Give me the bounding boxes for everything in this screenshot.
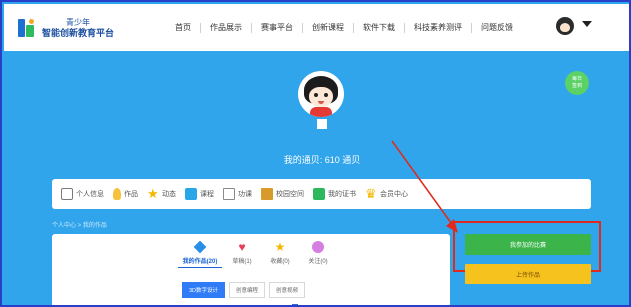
stat-label: 收藏(0)	[270, 259, 290, 265]
page-frame: 青少年 智能创新教育平台 首页 作品展示 赛事平台 创新课程 软件下载 科技素养…	[0, 0, 631, 307]
tab-campus-space[interactable]: 校园空间	[261, 188, 304, 200]
profile-avatar	[298, 71, 344, 117]
logo-line1: 青少年	[66, 17, 90, 27]
certificate-icon	[313, 188, 325, 200]
nav-software-download[interactable]: 软件下载	[354, 22, 405, 33]
tab-works[interactable]: 作品	[113, 188, 138, 200]
stat-following[interactable]: 关注(0)	[300, 241, 336, 268]
tab-activity[interactable]: ★ 动态	[147, 186, 176, 201]
coins-balance: 我的通贝: 610 通贝	[283, 155, 361, 165]
breadcrumb: 个人中心 > 我的作品	[52, 223, 107, 229]
tab-label: 课程	[200, 191, 214, 198]
tab-member-center[interactable]: ♛ 会员中心	[365, 186, 408, 201]
stat-label: 草稿(1)	[232, 259, 252, 265]
tab-label: 作品	[124, 191, 138, 198]
main-nav: 首页 作品展示 赛事平台 创新课程 软件下载 科技素养测评 问题反馈	[166, 4, 522, 51]
profile-tabbar: 个人信息 作品 ★ 动态 课程 功课 校园空间 我的证书 ♛ 会员中心	[52, 179, 591, 209]
nav-home[interactable]: 首页	[166, 22, 201, 33]
logo-mark-icon	[16, 16, 38, 40]
tab-label: 功课	[238, 191, 252, 198]
course-icon	[185, 188, 197, 200]
cube-icon	[193, 240, 207, 254]
chevron-down-icon[interactable]	[582, 21, 592, 27]
nav-feedback[interactable]: 问题反馈	[472, 23, 522, 33]
upload-work-button[interactable]: 上传作品	[465, 264, 591, 284]
subtab-3d-design[interactable]: 3D数字设计	[182, 282, 226, 298]
checkin-line1: 每日	[571, 76, 582, 82]
tab-label: 校园空间	[276, 191, 304, 198]
bulb-icon	[113, 188, 121, 200]
nav-works-showcase[interactable]: 作品展示	[201, 22, 252, 33]
tab-label: 个人信息	[76, 191, 104, 198]
stat-label: 我的作品(20)	[182, 259, 218, 265]
stat-label: 关注(0)	[308, 259, 328, 265]
crown-icon: ♛	[365, 186, 377, 201]
tab-homework[interactable]: 功课	[223, 188, 252, 200]
works-stats: 我的作品(20) ♥ 草稿(1) ★ 收藏(0) 关注(0)	[178, 240, 338, 268]
tab-courses[interactable]: 课程	[185, 188, 214, 200]
tab-personal-info[interactable]: 个人信息	[61, 188, 104, 200]
nav-innovation-courses[interactable]: 创新课程	[303, 22, 354, 33]
subtab-creative-video[interactable]: 创意视频	[269, 282, 306, 298]
my-competitions-button[interactable]: 我参加的比赛	[465, 234, 591, 255]
id-card-icon	[61, 188, 73, 200]
nav-competition-platform[interactable]: 赛事平台	[252, 22, 303, 33]
tab-label: 我的证书	[328, 191, 356, 198]
top-header: 青少年 智能创新教育平台 首页 作品展示 赛事平台 创新课程 软件下载 科技素养…	[4, 4, 629, 51]
tab-label: 会员中心	[380, 191, 408, 198]
header-avatar[interactable]	[556, 17, 574, 35]
nav-tech-literacy-test[interactable]: 科技素养测评	[405, 22, 472, 33]
tab-label: 动态	[162, 191, 176, 198]
heart-icon: ♥	[238, 240, 246, 254]
star-icon: ★	[147, 186, 159, 201]
star-icon: ★	[274, 240, 286, 254]
homework-icon	[223, 188, 235, 200]
works-panel: 我的作品(20) ♥ 草稿(1) ★ 收藏(0) 关注(0) 3D数字设计 创意…	[52, 234, 450, 305]
site-logo[interactable]: 青少年 智能创新教育平台	[16, 13, 166, 43]
school-icon	[261, 188, 273, 200]
tab-certificates[interactable]: 我的证书	[313, 188, 356, 200]
checkin-line2: 签到	[571, 83, 582, 89]
works-subtabs: 3D数字设计 创意编程 创意视频	[182, 282, 309, 298]
stat-favorites[interactable]: ★ 收藏(0)	[262, 241, 298, 268]
logo-line2: 智能创新教育平台	[42, 27, 115, 38]
follow-icon	[312, 241, 324, 253]
daily-checkin-button[interactable]: 每日 签到	[565, 71, 589, 95]
subtab-creative-coding[interactable]: 创意编程	[229, 282, 266, 298]
avatar-badge	[317, 119, 327, 129]
stat-my-works[interactable]: 我的作品(20)	[178, 240, 222, 268]
stat-drafts[interactable]: ♥ 草稿(1)	[224, 241, 260, 268]
